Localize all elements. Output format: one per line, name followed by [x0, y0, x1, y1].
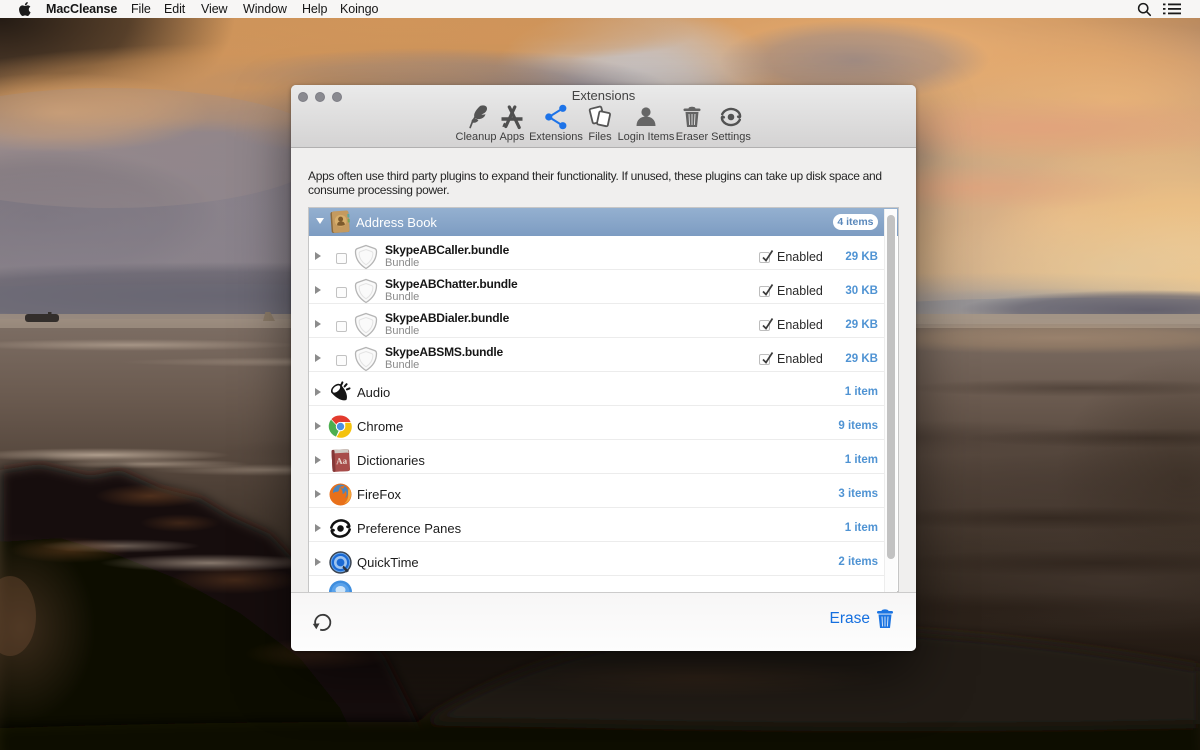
svg-text:Aa: Aa: [336, 456, 348, 467]
